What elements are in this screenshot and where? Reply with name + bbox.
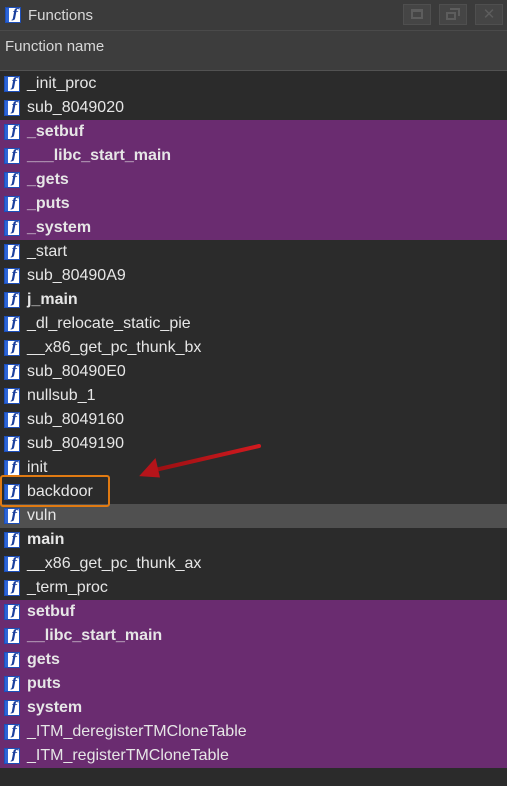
function-icon: f <box>4 100 20 116</box>
function-row[interactable]: f _init_proc <box>0 72 507 96</box>
function-icon: f <box>4 724 20 740</box>
function-name: main <box>27 531 65 548</box>
function-icon: f <box>4 604 20 620</box>
function-row[interactable]: f _gets <box>0 168 507 192</box>
function-list: f _init_proc f sub_8049020 f _setbuf f ___libc_… <box>0 72 507 768</box>
function-name: nullsub_1 <box>27 387 96 404</box>
function-row[interactable]: f _ITM_registerTMCloneTable <box>0 744 507 768</box>
function-name: _setbuf <box>27 123 84 140</box>
function-row[interactable]: f _ITM_deregisterTMCloneTable <box>0 720 507 744</box>
function-row[interactable]: f sub_80490E0 <box>0 360 507 384</box>
function-row[interactable]: f nullsub_1 <box>0 384 507 408</box>
function-name: sub_80490E0 <box>27 363 126 380</box>
window-controls: ✕ <box>403 4 503 25</box>
function-icon: f <box>4 388 20 404</box>
function-icon: f <box>4 340 20 356</box>
function-icon: f <box>4 316 20 332</box>
function-row[interactable]: f j_main <box>0 288 507 312</box>
function-name: _init_proc <box>27 75 97 92</box>
window-title: Functions <box>28 6 94 24</box>
functions-window: f Functions ✕ Function name f _init_proc f… <box>0 0 507 786</box>
function-name: _system <box>27 219 92 236</box>
function-icon: f <box>4 124 20 140</box>
function-icon: f <box>4 460 20 476</box>
function-row[interactable]: f __libc_start_main <box>0 624 507 648</box>
function-row[interactable]: f puts <box>0 672 507 696</box>
function-row[interactable]: f setbuf <box>0 600 507 624</box>
function-name: sub_80490A9 <box>27 267 126 284</box>
function-icon: f <box>4 436 20 452</box>
function-row[interactable]: f sub_8049020 <box>0 96 507 120</box>
function-name: _ITM_deregisterTMCloneTable <box>27 723 247 740</box>
function-row[interactable]: f sub_8049190 <box>0 432 507 456</box>
function-row[interactable]: f __x86_get_pc_thunk_bx <box>0 336 507 360</box>
function-name: _gets <box>27 171 69 188</box>
function-name: puts <box>27 675 61 692</box>
column-header-function-name[interactable]: Function name <box>5 38 104 55</box>
function-row[interactable]: f _term_proc <box>0 576 507 600</box>
function-icon: f <box>4 76 20 92</box>
function-icon: f <box>4 580 20 596</box>
function-name: _term_proc <box>27 579 108 596</box>
function-icon: f <box>4 556 20 572</box>
function-name: sub_8049020 <box>27 99 124 116</box>
function-row[interactable]: f main <box>0 528 507 552</box>
function-icon: f <box>4 268 20 284</box>
function-row[interactable]: f sub_8049160 <box>0 408 507 432</box>
function-icon: f <box>4 412 20 428</box>
function-row[interactable]: f __x86_get_pc_thunk_ax <box>0 552 507 576</box>
close-icon[interactable]: ✕ <box>475 4 503 25</box>
function-icon: f <box>4 220 20 236</box>
function-icon: f <box>4 700 20 716</box>
function-row[interactable]: f sub_80490A9 <box>0 264 507 288</box>
function-name: sub_8049190 <box>27 435 124 452</box>
function-name: _start <box>27 243 68 260</box>
function-icon: f <box>4 628 20 644</box>
function-row[interactable]: f _dl_relocate_static_pie <box>0 312 507 336</box>
function-name: _dl_relocate_static_pie <box>27 315 191 332</box>
title-bar[interactable]: f Functions ✕ <box>0 0 507 31</box>
function-icon: f <box>4 172 20 188</box>
function-name: _ITM_registerTMCloneTable <box>27 747 229 764</box>
function-name: gets <box>27 651 60 668</box>
function-row[interactable]: f gets <box>0 648 507 672</box>
function-row[interactable]: f system <box>0 696 507 720</box>
function-icon: f <box>4 244 20 260</box>
restore-icon[interactable] <box>439 4 467 25</box>
function-row[interactable]: f ___libc_start_main <box>0 144 507 168</box>
function-icon: f <box>5 7 21 23</box>
backdoor-highlight-box <box>0 475 110 507</box>
function-icon: f <box>4 364 20 380</box>
function-row[interactable]: f _system <box>0 216 507 240</box>
function-icon: f <box>4 652 20 668</box>
function-name: j_main <box>27 291 78 308</box>
function-name: ___libc_start_main <box>27 147 172 164</box>
function-name: sub_8049160 <box>27 411 124 428</box>
function-name: system <box>27 699 83 716</box>
list-empty-area <box>0 768 507 786</box>
function-row[interactable]: f _puts <box>0 192 507 216</box>
function-name: _puts <box>27 195 70 212</box>
function-icon: f <box>4 508 20 524</box>
function-row[interactable]: f _start <box>0 240 507 264</box>
function-row[interactable]: f vuln <box>0 504 507 528</box>
function-icon: f <box>4 292 20 308</box>
function-name: vuln <box>27 507 57 524</box>
function-icon: f <box>4 748 20 764</box>
function-row[interactable]: f _setbuf <box>0 120 507 144</box>
function-name: __libc_start_main <box>27 627 163 644</box>
function-icon: f <box>4 196 20 212</box>
function-name: __x86_get_pc_thunk_ax <box>27 555 202 572</box>
function-name: __x86_get_pc_thunk_bx <box>27 339 202 356</box>
function-icon: f <box>4 148 20 164</box>
function-icon: f <box>4 676 20 692</box>
function-icon: f <box>4 532 20 548</box>
column-header[interactable]: Function name <box>0 31 507 71</box>
maximize-icon[interactable] <box>403 4 431 25</box>
function-name: setbuf <box>27 603 75 620</box>
